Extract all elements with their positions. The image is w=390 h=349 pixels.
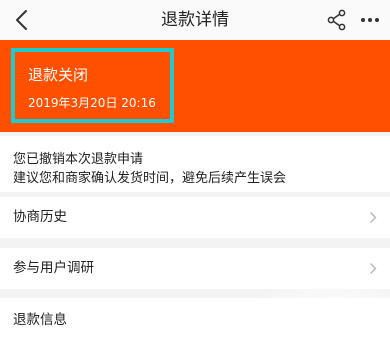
chevron-left-icon — [16, 10, 27, 30]
more-button[interactable] — [358, 11, 382, 29]
refund-info-label: 退款信息 — [13, 312, 67, 328]
more-dots-icon — [361, 18, 379, 22]
status-highlight-box — [11, 48, 174, 123]
user-survey-row[interactable]: 参与用户调研 — [0, 248, 390, 289]
nav-bar: 退款详情 — [0, 0, 390, 40]
negotiation-history-label: 协商历史 — [13, 209, 67, 225]
message-line-2: 建议您和商家确认发货时间，避免后续产生误会 — [13, 171, 287, 186]
chevron-right-icon — [370, 263, 377, 274]
user-survey-label: 参与用户调研 — [13, 260, 94, 276]
negotiation-history-row[interactable]: 协商历史 — [0, 197, 390, 238]
refund-message-card: 您已撤销本次退款申请 建议您和商家确认发货时间，避免后续产生误会 — [0, 136, 390, 192]
chevron-right-icon — [370, 212, 377, 223]
refund-info-row[interactable]: 退款信息 — [0, 298, 390, 349]
refund-status-banner: 退款关闭 2019年3月20日 20:16 — [0, 40, 390, 132]
refund-status-time: 2019年3月20日 20:16 — [28, 96, 156, 110]
share-button[interactable] — [327, 9, 347, 31]
refund-status-title: 退款关闭 — [28, 66, 89, 84]
message-line-1: 您已撤销本次退款申请 — [13, 152, 144, 167]
refund-detail-page: 退款详情 退款关闭 2019年3月20日 20:16 您已撤销本次退款申请 建议… — [0, 0, 390, 349]
share-icon — [327, 9, 346, 31]
back-button[interactable] — [12, 8, 34, 32]
